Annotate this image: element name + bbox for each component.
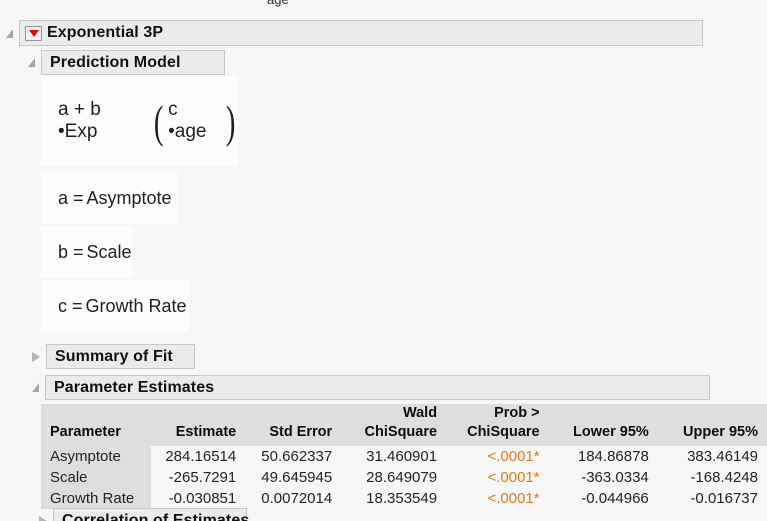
section-correlation-of-estimates[interactable]: Correlation of Estimates	[39, 508, 250, 521]
formula-inner: c •age	[168, 99, 207, 142]
disclosure-triangle-open-icon[interactable]	[28, 58, 35, 67]
correlation-of-estimates-title-bar[interactable]: Correlation of Estimates	[53, 508, 250, 521]
section-parameter-estimates[interactable]: Parameter Estimates	[32, 375, 710, 400]
table-header-row: Parameter Estimate Std Error Wald ChiSqu…	[41, 404, 767, 447]
cell-upper-95: -0.016737	[657, 488, 767, 510]
prediction-model-title: Prediction Model	[50, 53, 181, 71]
correlation-of-estimates-title: Correlation of Estimates	[62, 511, 250, 521]
cell-estimate: 284.16514	[150, 446, 246, 468]
parameter-estimates-title: Parameter Estimates	[54, 378, 215, 396]
cell-estimate: -0.030851	[150, 488, 246, 510]
cell-std-error: 49.645945	[245, 467, 342, 489]
cell-lower-95: -0.044966	[548, 488, 658, 510]
column-header-std-error[interactable]: Std Error	[245, 404, 342, 447]
cell-wald-chisquare: 31.460901	[341, 446, 447, 468]
disclosure-triangle-closed-icon[interactable]	[32, 351, 40, 362]
column-header-lower-95[interactable]: Lower 95%	[548, 404, 658, 447]
formula-definition-c-symbol: c =	[58, 295, 83, 316]
cell-upper-95: -168.4248	[657, 467, 767, 489]
cell-wald-chisquare: 18.353549	[341, 488, 447, 510]
formula-open-paren: (	[153, 95, 164, 147]
formula-definition-c-meaning: Growth Rate	[85, 295, 187, 316]
summary-of-fit-title: Summary of Fit	[55, 347, 173, 365]
cell-prob-chisquare: <.0001*	[446, 467, 549, 489]
formula-expression: a + b •Exp ( c •age )	[41, 76, 238, 166]
parameter-estimates-title-bar[interactable]: Parameter Estimates	[45, 375, 710, 400]
axis-label-age: age	[267, 0, 289, 7]
clipped-section-region: Correlation of Estimates	[0, 508, 767, 521]
clipped-axis-label-region: age	[0, 0, 767, 8]
section-prediction-model[interactable]: Prediction Model	[28, 50, 225, 75]
disclosure-triangle-open-icon[interactable]	[32, 383, 39, 392]
cell-parameter: Scale	[41, 467, 151, 489]
red-triangle-menu-icon[interactable]	[25, 25, 42, 41]
column-header-estimate[interactable]: Estimate	[150, 404, 246, 447]
cell-wald-chisquare: 28.649079	[341, 467, 447, 489]
cell-upper-95: 383.46149	[657, 446, 767, 468]
formula-definition-b-symbol: b =	[58, 241, 84, 262]
disclosure-triangle-open-icon[interactable]	[6, 28, 13, 38]
cell-prob-chisquare: <.0001*	[446, 488, 549, 510]
exponential-3p-title-bar[interactable]: Exponential 3P	[19, 20, 703, 46]
cell-std-error: 50.662337	[245, 446, 342, 468]
formula-definition-a-symbol: a =	[58, 187, 84, 208]
cell-prob-chisquare: <.0001*	[446, 446, 549, 468]
section-summary-of-fit[interactable]: Summary of Fit	[32, 344, 195, 369]
formula-definition-a-meaning: Asymptote	[86, 187, 172, 208]
formula-definition-b-meaning: Scale	[86, 241, 132, 262]
formula-close-paren: )	[225, 95, 236, 147]
column-header-prob-chisquare[interactable]: Prob > ChiSquare	[446, 404, 549, 447]
cell-parameter: Growth Rate	[41, 488, 151, 510]
formula-lead: a + b •Exp	[58, 99, 101, 142]
summary-of-fit-title-bar[interactable]: Summary of Fit	[46, 344, 195, 369]
cell-std-error: 0.0072014	[245, 488, 342, 510]
parameter-estimates-table: Parameter Estimate Std Error Wald ChiSqu…	[41, 404, 767, 510]
column-header-parameter[interactable]: Parameter	[41, 404, 151, 447]
table-row: Growth Rate -0.030851 0.0072014 18.35354…	[41, 488, 767, 510]
cell-lower-95: 184.86878	[548, 446, 658, 468]
formula-definition-a: a = Asymptote	[41, 172, 178, 224]
cell-estimate: -265.7291	[150, 467, 246, 489]
table-row: Scale -265.7291 49.645945 28.649079 <.00…	[41, 467, 767, 489]
prediction-model-title-bar[interactable]: Prediction Model	[41, 50, 225, 75]
exponential-3p-title: Exponential 3P	[47, 24, 164, 41]
formula-definition-b: b = Scale	[41, 226, 132, 278]
cell-lower-95: -363.0334	[548, 467, 658, 489]
column-header-wald-chisquare[interactable]: Wald ChiSquare	[341, 404, 447, 447]
section-exponential-3p[interactable]: Exponential 3P	[6, 20, 703, 46]
cell-parameter: Asymptote	[41, 446, 151, 468]
disclosure-triangle-closed-icon[interactable]	[39, 515, 47, 521]
table-row: Asymptote 284.16514 50.662337 31.460901 …	[41, 446, 767, 468]
column-header-upper-95[interactable]: Upper 95%	[657, 404, 767, 447]
formula-definition-c: c = Growth Rate	[41, 280, 189, 332]
